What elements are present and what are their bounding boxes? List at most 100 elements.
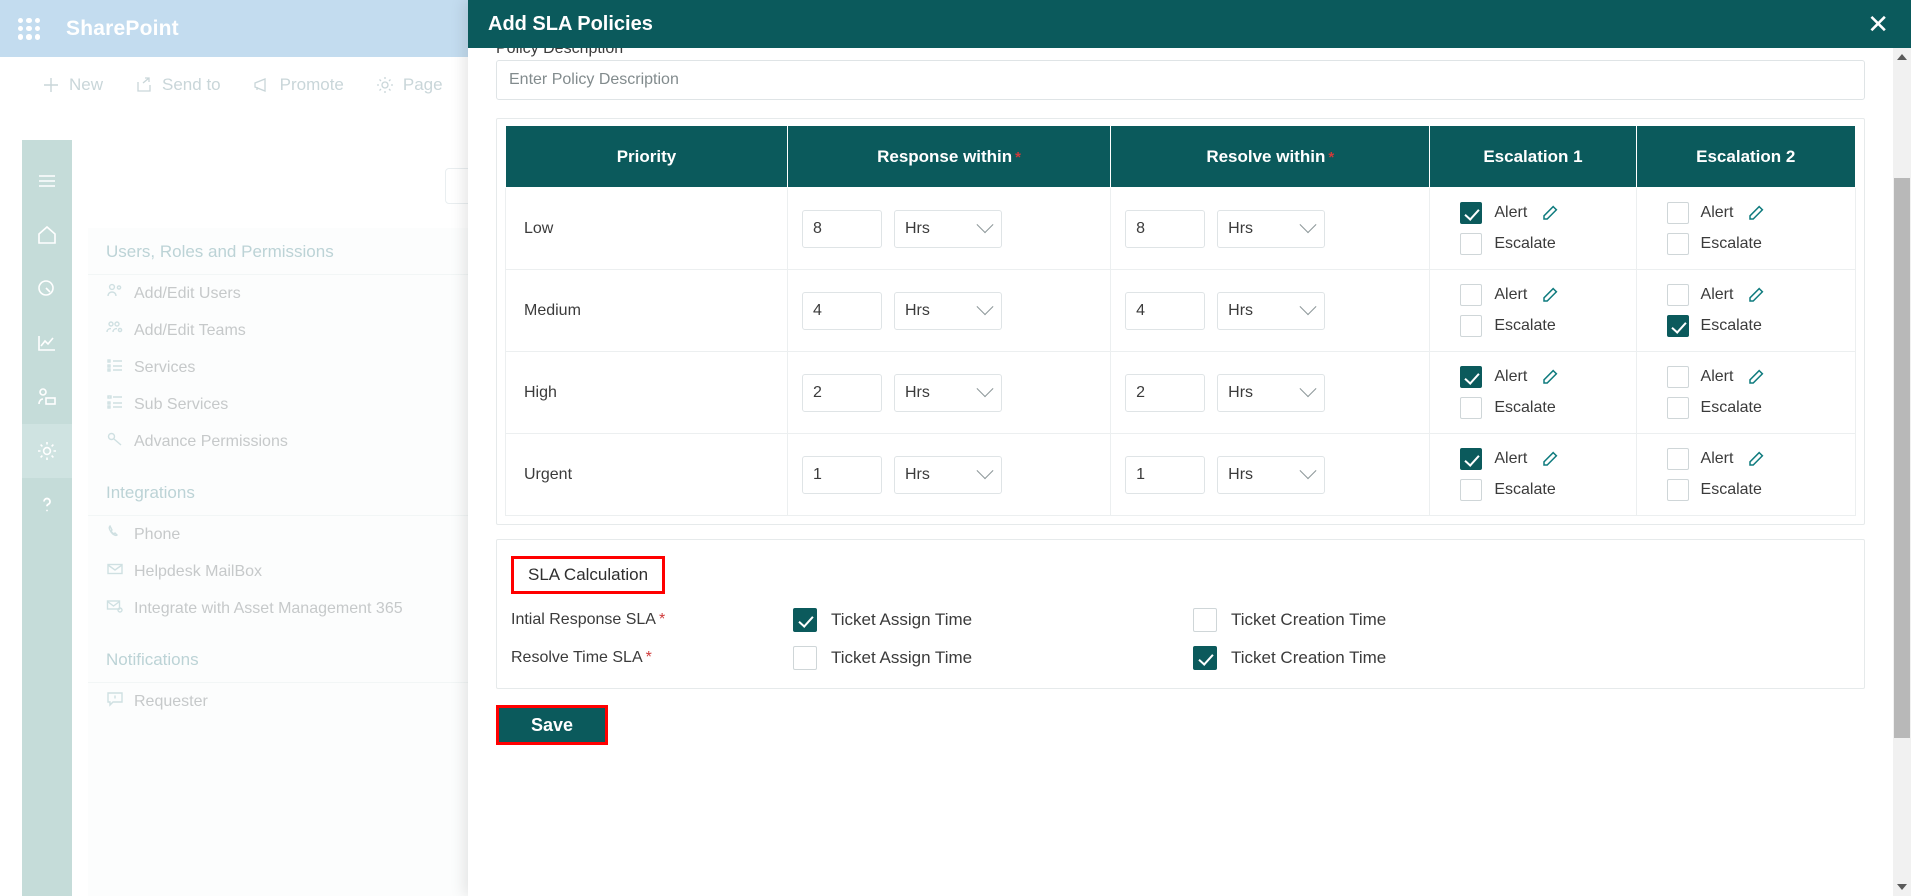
escalate-label: Escalate bbox=[1700, 399, 1762, 416]
escalation1-alert-checkbox[interactable] bbox=[1460, 366, 1483, 388]
alert-label: Alert bbox=[1494, 204, 1528, 221]
close-icon[interactable]: ✕ bbox=[1867, 11, 1889, 37]
nav-item-asset-management[interactable]: Integrate with Asset Management 365 bbox=[88, 590, 508, 627]
escalation1-escalate-row: Escalate bbox=[1460, 233, 1556, 255]
response-unit-select[interactable]: Hrs bbox=[893, 291, 1002, 330]
escalation2-alert-checkbox[interactable] bbox=[1666, 448, 1689, 470]
modal-scrollbar[interactable] bbox=[1893, 48, 1911, 896]
pencil-icon[interactable] bbox=[1541, 204, 1559, 222]
response-value-input[interactable]: 8 bbox=[801, 209, 882, 248]
nav-item-services[interactable]: Services bbox=[88, 349, 508, 386]
escalation2-escalate-row: Escalate bbox=[1666, 479, 1762, 501]
resolve-ticket-assign-time-checkbox[interactable] bbox=[793, 646, 817, 670]
resolve-unit-select[interactable]: Hrs bbox=[1217, 209, 1326, 248]
command-new[interactable]: New bbox=[26, 75, 119, 95]
pencil-icon[interactable] bbox=[1747, 286, 1765, 304]
pencil-icon[interactable] bbox=[1747, 450, 1765, 468]
nav-group-title-integrations: Integrations bbox=[88, 469, 508, 516]
user-settings-icon[interactable] bbox=[22, 370, 72, 424]
command-page[interactable]: Page bbox=[360, 75, 459, 95]
response-unit-value: Hrs bbox=[904, 465, 930, 483]
escalation2-alert-checkbox[interactable] bbox=[1666, 366, 1689, 388]
table-row: Medium 4 Hrs 4 Hrs Alert Escalate Alert … bbox=[505, 269, 1857, 352]
resolve-unit-select[interactable]: Hrs bbox=[1217, 373, 1326, 412]
gear-icon[interactable] bbox=[22, 424, 72, 478]
command-promote-label: Promote bbox=[279, 74, 344, 94]
nav-item-advance-permissions[interactable]: Advance Permissions bbox=[88, 423, 508, 460]
cell-priority: Low bbox=[505, 187, 788, 270]
calc-row-resolve-time: Resolve Time SLA * Ticket Assign Time Tic… bbox=[511, 646, 1850, 670]
save-button[interactable]: Save bbox=[496, 705, 608, 745]
nav-item-sub-services[interactable]: Sub Services bbox=[88, 386, 508, 423]
escalation2-escalate-checkbox[interactable] bbox=[1666, 397, 1689, 419]
initial-ticket-assign-time-checkbox[interactable] bbox=[793, 608, 817, 632]
scrollbar-thumb[interactable] bbox=[1894, 178, 1910, 738]
initial-ticket-creation-time-checkbox[interactable] bbox=[1193, 608, 1217, 632]
scroll-up-arrow-icon[interactable] bbox=[1893, 48, 1911, 66]
pencil-icon[interactable] bbox=[1747, 368, 1765, 386]
resolve-unit-select[interactable]: Hrs bbox=[1217, 455, 1326, 494]
escalation1-escalate-checkbox[interactable] bbox=[1460, 479, 1483, 501]
cell-escalation-1: Alert Escalate bbox=[1429, 351, 1637, 434]
pencil-icon[interactable] bbox=[1747, 204, 1765, 222]
hamburger-icon[interactable] bbox=[22, 154, 72, 208]
resolve-value-input[interactable]: 1 bbox=[1125, 455, 1206, 494]
response-value-input[interactable]: 2 bbox=[801, 373, 882, 412]
required-asterisk: * bbox=[1015, 148, 1022, 166]
resolve-value-input[interactable]: 4 bbox=[1125, 291, 1206, 330]
response-value-input[interactable]: 4 bbox=[801, 291, 882, 330]
escalation1-escalate-checkbox[interactable] bbox=[1460, 397, 1483, 419]
escalation2-escalate-checkbox[interactable] bbox=[1666, 233, 1689, 255]
escalation1-alert-checkbox[interactable] bbox=[1460, 202, 1483, 224]
table-row: High 2 Hrs 2 Hrs Alert Escalate Alert Es… bbox=[505, 351, 1857, 434]
response-value-input[interactable]: 1 bbox=[801, 455, 882, 494]
cell-response-within: 1 Hrs bbox=[786, 433, 1112, 516]
cell-escalation-1: Alert Escalate bbox=[1429, 433, 1637, 516]
nav-item-label: Requester bbox=[134, 692, 208, 710]
escalation1-alert-row: Alert bbox=[1460, 448, 1559, 470]
nav-item-helpdesk-mailbox[interactable]: Helpdesk MailBox bbox=[88, 553, 508, 590]
escalation1-escalate-checkbox[interactable] bbox=[1460, 233, 1483, 255]
cell-escalation-1: Alert Escalate bbox=[1429, 187, 1637, 270]
escalation1-alert-checkbox[interactable] bbox=[1460, 448, 1483, 470]
nav-item-label: Integrate with Asset Management 365 bbox=[134, 599, 403, 617]
chart-icon[interactable] bbox=[22, 316, 72, 370]
cell-priority: High bbox=[505, 351, 788, 434]
help-icon[interactable] bbox=[22, 478, 72, 532]
escalation2-alert-checkbox[interactable] bbox=[1666, 202, 1689, 224]
chevron-down-icon bbox=[1299, 461, 1317, 479]
escalation1-alert-checkbox[interactable] bbox=[1460, 284, 1483, 306]
pencil-icon[interactable] bbox=[1541, 368, 1559, 386]
command-send-to[interactable]: Send to bbox=[119, 75, 237, 95]
sla-table-head: Priority Response within * Resolve within… bbox=[505, 125, 1857, 188]
escalate-label: Escalate bbox=[1494, 481, 1556, 498]
response-unit-select[interactable]: Hrs bbox=[893, 455, 1002, 494]
escalation1-escalate-checkbox[interactable] bbox=[1460, 315, 1483, 337]
escalation2-escalate-checkbox[interactable] bbox=[1666, 479, 1689, 501]
escalate-label: Escalate bbox=[1494, 317, 1556, 334]
command-promote[interactable]: Promote bbox=[237, 75, 360, 95]
resolve-ticket-creation-time-checkbox[interactable] bbox=[1193, 646, 1217, 670]
nav-item-requester[interactable]: Requester bbox=[88, 683, 508, 720]
resolve-value-input[interactable]: 8 bbox=[1125, 209, 1206, 248]
gauge-icon[interactable] bbox=[22, 262, 72, 316]
policy-description-input[interactable]: Enter Policy Description bbox=[496, 60, 1865, 100]
response-unit-select[interactable]: Hrs bbox=[893, 373, 1002, 412]
response-unit-value: Hrs bbox=[904, 219, 930, 237]
nav-item-add-edit-users[interactable]: Add/Edit Users bbox=[88, 275, 508, 312]
resolve-unit-select[interactable]: Hrs bbox=[1217, 291, 1326, 330]
pencil-icon[interactable] bbox=[1541, 450, 1559, 468]
escalation2-alert-checkbox[interactable] bbox=[1666, 284, 1689, 306]
nav-item-add-edit-teams[interactable]: Add/Edit Teams bbox=[88, 312, 508, 349]
escalation2-escalate-checkbox[interactable] bbox=[1666, 315, 1689, 337]
escalation2-escalate-row: Escalate bbox=[1666, 233, 1762, 255]
resolve-value-input[interactable]: 2 bbox=[1125, 373, 1206, 412]
required-asterisk: * bbox=[658, 611, 666, 628]
response-unit-select[interactable]: Hrs bbox=[893, 209, 1002, 248]
home-icon[interactable] bbox=[22, 208, 72, 262]
scroll-down-arrow-icon[interactable] bbox=[1893, 878, 1911, 896]
nav-item-phone[interactable]: Phone bbox=[88, 516, 508, 553]
pencil-icon[interactable] bbox=[1541, 286, 1559, 304]
initial-ticket-assign-time-label: Ticket Assign Time bbox=[831, 610, 973, 629]
app-launcher-icon[interactable] bbox=[14, 14, 44, 44]
